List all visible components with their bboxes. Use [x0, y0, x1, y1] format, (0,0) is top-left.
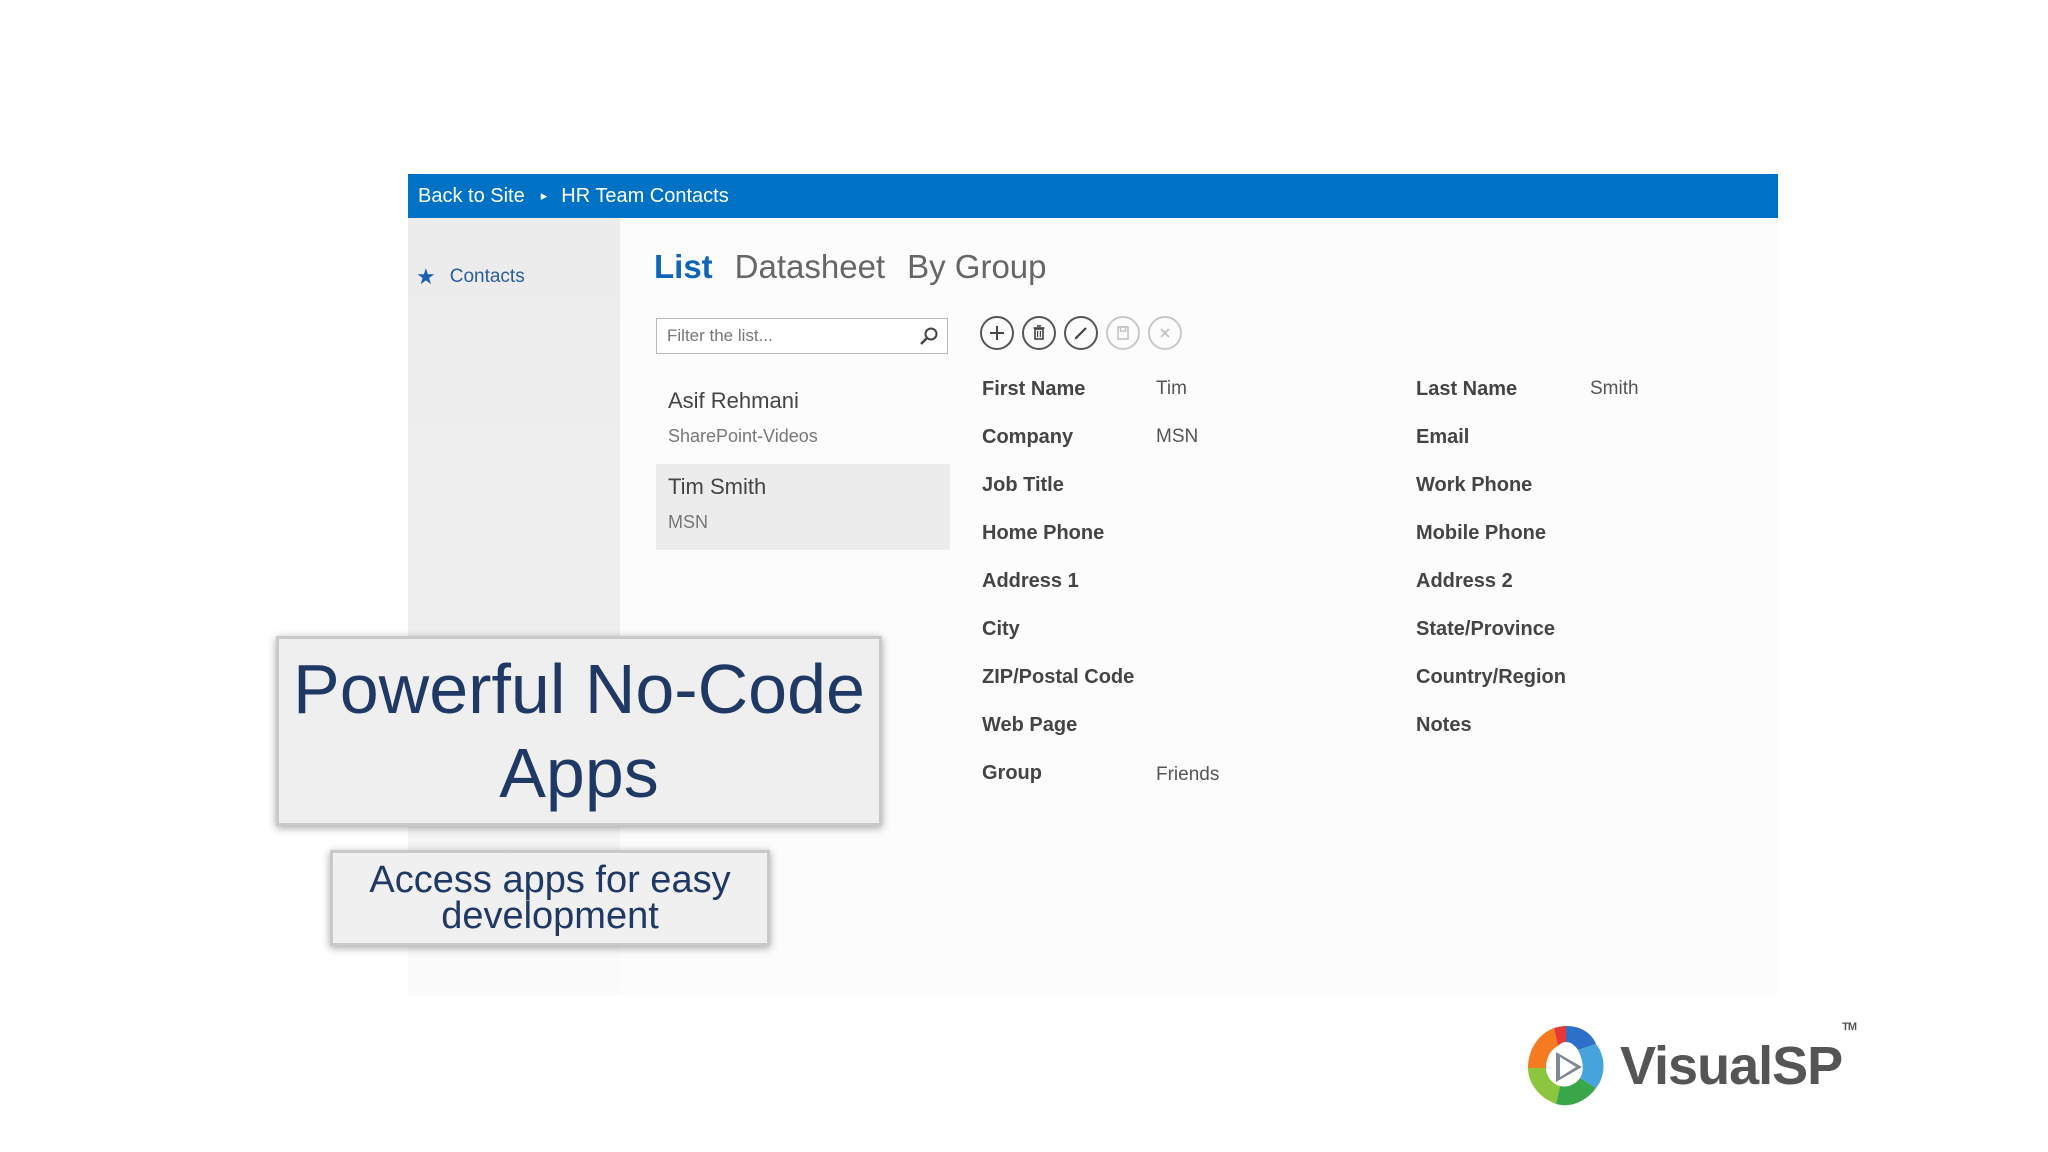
- filter-box: [656, 318, 948, 354]
- email-label: Email: [1416, 426, 1470, 448]
- web-page-label: Web Page: [982, 714, 1078, 736]
- last-name-value: Smith: [1590, 378, 1639, 399]
- list-item[interactable]: Asif Rehmani SharePoint-Videos: [656, 378, 950, 464]
- contact-name: Tim Smith: [668, 474, 767, 499]
- contact-company: MSN: [668, 512, 708, 532]
- list-item[interactable]: Tim Smith MSN: [656, 464, 950, 550]
- mobile-phone-label: Mobile Phone: [1416, 522, 1546, 544]
- address1-label: Address 1: [982, 570, 1079, 592]
- group-value: Friends: [1156, 764, 1220, 785]
- main-content: List Datasheet By Group Asif Rehmani Sha…: [620, 218, 1778, 996]
- slide-subtitle-line1: Access apps for easy: [369, 859, 731, 901]
- delete-button[interactable]: [1022, 316, 1056, 350]
- nav-item-label: Contacts: [449, 266, 525, 287]
- tab-by-group[interactable]: By Group: [907, 248, 1046, 286]
- first-name-label: First Name: [982, 378, 1086, 400]
- view-tabs: List Datasheet By Group: [654, 248, 1047, 286]
- visualsp-logo: VisualSPTM: [1520, 1020, 1857, 1112]
- group-label: Group: [982, 762, 1042, 784]
- visualsp-logo-text: VisualSPTM: [1620, 1021, 1857, 1096]
- add-icon: [990, 326, 1004, 340]
- address2-label: Address 2: [1416, 570, 1513, 592]
- slide-title-line2: Apps: [499, 734, 659, 812]
- contact-name: Asif Rehmani: [668, 388, 799, 413]
- add-button[interactable]: [980, 316, 1014, 350]
- breadcrumb-current[interactable]: HR Team Contacts: [561, 185, 728, 208]
- filter-input[interactable]: [665, 325, 909, 347]
- search-icon[interactable]: [919, 326, 939, 346]
- top-navigation-bar: Back to Site ▸ HR Team Contacts: [408, 174, 1778, 218]
- trademark-mark: TM: [1842, 1021, 1857, 1033]
- visualsp-logo-icon: [1528, 1026, 1604, 1106]
- cancel-button[interactable]: [1148, 316, 1182, 350]
- tab-list[interactable]: List: [654, 248, 713, 286]
- contact-company: SharePoint-Videos: [668, 426, 818, 446]
- save-button[interactable]: [1106, 316, 1140, 350]
- breadcrumb-caret-icon: ▸: [540, 188, 548, 203]
- company-label: Company: [982, 426, 1074, 448]
- contact-list: Asif Rehmani SharePoint-Videos Tim Smith…: [656, 378, 950, 550]
- edit-icon: [1074, 327, 1087, 340]
- city-label: City: [982, 618, 1020, 640]
- home-phone-label: Home Phone: [982, 522, 1105, 544]
- last-name-label: Last Name: [1416, 378, 1518, 400]
- save-icon: [1117, 326, 1129, 340]
- company-value: MSN: [1156, 426, 1199, 447]
- slide-subtitle: Access apps for easy development: [330, 850, 770, 946]
- nav-item-contacts[interactable]: ★ Contacts: [416, 264, 525, 290]
- tab-datasheet[interactable]: Datasheet: [735, 248, 885, 286]
- notes-label: Notes: [1416, 714, 1472, 736]
- slide-title-line1: Powerful No-Code: [293, 650, 865, 728]
- item-toolbar: [980, 316, 1182, 350]
- job-title-label: Job Title: [982, 474, 1064, 496]
- slide-subtitle-line2: development: [441, 895, 659, 937]
- first-name-value: Tim: [1156, 378, 1187, 399]
- star-icon: ★: [416, 264, 436, 289]
- zip-label: ZIP/Postal Code: [982, 666, 1135, 688]
- state-label: State/Province: [1416, 618, 1555, 640]
- edit-button[interactable]: [1064, 316, 1098, 350]
- country-label: Country/Region: [1416, 666, 1566, 688]
- cancel-icon: [1160, 328, 1170, 338]
- work-phone-label: Work Phone: [1416, 474, 1533, 496]
- back-to-site-link[interactable]: Back to Site: [408, 185, 525, 208]
- delete-icon: [1033, 325, 1045, 340]
- slide-title: Powerful No-Code Apps: [276, 636, 882, 826]
